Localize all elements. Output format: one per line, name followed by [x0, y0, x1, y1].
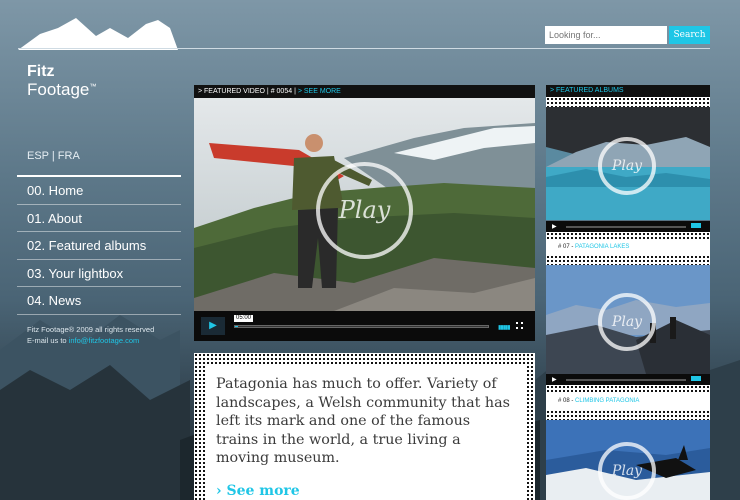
lang-separator: | [51, 150, 55, 162]
album-play-overlay[interactable]: Play [598, 293, 656, 351]
progress-fill [235, 326, 238, 327]
brand-line1: Fitz [27, 63, 55, 80]
time-display: 05:00 [234, 315, 254, 322]
album-divider [546, 97, 710, 107]
search-input[interactable] [545, 26, 667, 44]
nav-item-news[interactable]: 04. News [17, 287, 181, 315]
description-see-more-link[interactable]: › See more [216, 483, 300, 499]
album-divider [546, 410, 710, 420]
featured-video-see-more[interactable]: > SEE MORE [298, 88, 341, 95]
description-box: Patagonia has much to offer. Variety of … [205, 366, 525, 500]
email-line: E-mail us to info@fitzfootage.com [27, 336, 140, 345]
featured-video-number: # 0054 [270, 88, 293, 95]
nav-item-featured-albums[interactable]: 02. Featured albums [17, 232, 181, 260]
album-volume-icon[interactable] [691, 223, 701, 228]
album-play-button[interactable]: ▶ [552, 223, 557, 230]
album-play-overlay[interactable]: Play [598, 442, 656, 500]
footer-text: Fitz Footage® 2009 all rights reserved E… [27, 324, 154, 346]
featured-video-play-overlay[interactable]: Play [316, 162, 413, 259]
album-volume-icon[interactable] [691, 376, 701, 381]
copyright: Fitz Footage® 2009 all rights reserved [27, 325, 155, 334]
volume-icon[interactable]: ▮▮▮▮▮ [498, 324, 510, 331]
nav-item-home[interactable]: 00. Home [17, 177, 181, 205]
album-progress[interactable] [566, 226, 686, 228]
lang-esp-link[interactable]: ESP [27, 150, 49, 162]
search-button[interactable]: Search [669, 26, 710, 44]
brand-line2: Footage™ [27, 80, 97, 99]
description-text: Patagonia has much to offer. Variety of … [216, 376, 511, 466]
album-thumbnail[interactable]: Play [546, 420, 710, 500]
album-player: ▶ [546, 374, 710, 385]
featured-video-bar: > FEATURED VIDEO | # 0054 | > SEE MORE [194, 85, 535, 98]
header-divider [18, 48, 710, 49]
album-thumbnail[interactable]: Play [546, 107, 710, 220]
album-progress[interactable] [566, 379, 686, 381]
main-nav: 00. Home 01. About 02. Featured albums 0… [17, 175, 181, 315]
lang-fra-link[interactable]: FRA [58, 150, 80, 162]
email-link[interactable]: info@fitzfootage.com [69, 336, 140, 345]
album-player: ▶ [546, 221, 710, 232]
featured-video-label: > FEATURED VIDEO [198, 88, 265, 95]
featured-albums-bar: > FEATURED ALBUMS [546, 85, 710, 97]
album-divider [546, 255, 710, 265]
featured-video-frame[interactable]: Play [194, 98, 535, 311]
album-play-button[interactable]: ▶ [552, 376, 557, 383]
logo-mountains [18, 18, 178, 50]
nav-item-lightbox[interactable]: 03. Your lightbox [17, 260, 181, 287]
video-player-controls: ▶ 05:00 ▮▮▮▮▮ [194, 311, 535, 341]
play-button[interactable]: ▶ [201, 317, 225, 335]
language-switch: ESP | FRA [27, 150, 80, 162]
progress-bar[interactable] [234, 325, 489, 328]
fullscreen-icon[interactable] [516, 322, 523, 329]
nav-item-about[interactable]: 01. About [17, 205, 181, 232]
site-logo[interactable]: Fitz Footage™ [27, 63, 97, 99]
album-thumbnail[interactable]: Play [546, 265, 710, 374]
album-play-overlay[interactable]: Play [598, 137, 656, 195]
